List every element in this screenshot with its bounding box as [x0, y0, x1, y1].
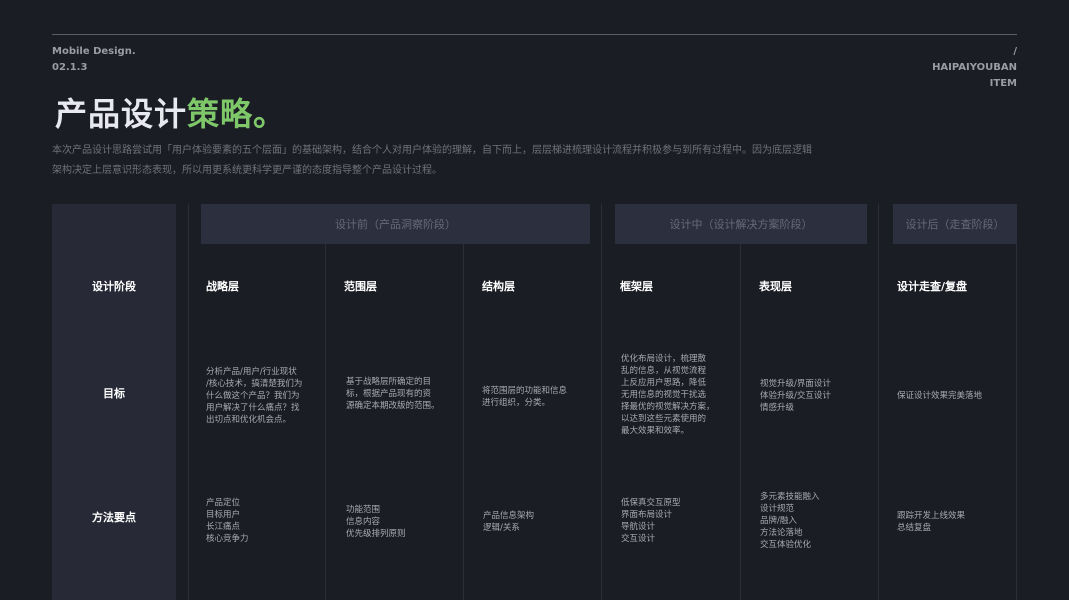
method-cell-review: 跟踪开发上线效果 总结复盘 [897, 511, 966, 533]
row-label-method: 方法要点 [92, 511, 136, 524]
right-meta: / HAIPAIYOUBAN ITEM [932, 44, 1017, 92]
column-divider [1016, 244, 1017, 600]
top-divider [52, 34, 1017, 35]
right-meta-item: ITEM [989, 78, 1017, 89]
goal-cell-surface: 视觉升级/界面设计 体验升级/交互设计 情感升级 [760, 379, 831, 413]
row-label-goal: 目标 [103, 387, 125, 400]
column-header-structure: 结构层 [482, 280, 515, 293]
column-divider [601, 204, 602, 600]
method-cell-scope: 功能范围 信息内容 优先级排列原则 [346, 505, 406, 539]
method-cell-structure: 产品信息架构 逻辑/关系 [483, 511, 535, 533]
page-title-main: 产品设计 [55, 95, 188, 133]
phase-before: 设计前（产品洞察阶段） [201, 204, 590, 244]
column-divider [878, 204, 879, 600]
brand-code: 02.1.3 [52, 62, 88, 73]
column-divider [463, 244, 464, 600]
column-header-review: 设计走查/复盘 [897, 280, 968, 293]
goal-cell-skeleton: 优化布局设计，梳理散 乱的信息，从视觉流程 上反应用户思路，降低 无用信息的视觉… [621, 354, 715, 436]
goal-cell-structure: 将范围层的功能和信息 进行组织，分类。 [482, 386, 568, 408]
right-meta-name: HAIPAIYOUBAN [932, 62, 1017, 73]
goal-cell-scope: 基于战略层所确定的目 标，根据产品现有的资 源确定本期改版的范围。 [346, 377, 440, 411]
row-label-column [52, 204, 176, 600]
column-header-surface: 表现层 [759, 280, 792, 293]
brand-title: Mobile Design. [52, 46, 136, 57]
column-header-skeleton: 框架层 [620, 280, 653, 293]
right-meta-slash: / [1013, 46, 1017, 57]
column-header-scope: 范围层 [344, 280, 377, 293]
goal-cell-strategy: 分析产品/用户/行业现状 /核心技术，搞清楚我们为 什么做这个产品？我们为 用户… [206, 367, 303, 425]
phase-after: 设计后（走查阶段） [893, 204, 1017, 244]
method-cell-skeleton: 低保真交互原型 界面布局设计 导航设计 交互设计 [621, 498, 681, 544]
goal-cell-review: 保证设计效果完美落地 [897, 391, 983, 401]
phase-during: 设计中（设计解决方案阶段） [615, 204, 867, 244]
brand-block: Mobile Design. 02.1.3 [52, 44, 136, 76]
page-title: 产品设计策略。 [55, 92, 286, 136]
column-divider [188, 204, 189, 600]
method-cell-surface: 多元素技能融入 设计规范 品牌/融入 方法论落地 交互体验优化 [760, 492, 820, 550]
page-title-accent: 策略。 [187, 95, 287, 133]
column-divider [740, 244, 741, 600]
column-header-strategy: 战略层 [206, 280, 239, 293]
page-description: 本次产品设计思路尝试用「用户体验要素的五个层面」的基础架构，结合个人对用户体验的… [52, 145, 812, 176]
method-cell-strategy: 产品定位 目标用户 长江痛点 核心竞争力 [206, 498, 249, 544]
row-label-stage: 设计阶段 [92, 280, 136, 293]
column-divider [325, 244, 326, 600]
